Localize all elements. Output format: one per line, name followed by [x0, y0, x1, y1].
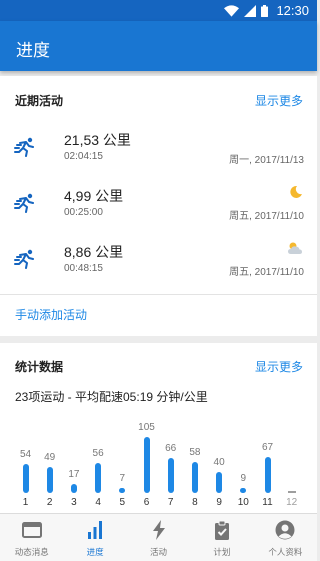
statistics-show-more-link[interactable]: 显示更多: [255, 358, 303, 375]
chart-tick-label: 7: [167, 497, 174, 508]
monthly-activity-chart: 54 1 49 2 17 3 56 4 7 5 105 6 66 7 58 8 40 9 9 10 67 11 12: [0, 413, 317, 513]
chart-bar-group: 49 2: [40, 413, 60, 513]
chart-bar-group: 58 8: [185, 413, 205, 513]
nav-label: 个人资料: [268, 547, 303, 557]
statistics-summary: 23项运动 - 平均配速05:19 分钟/公里: [15, 390, 208, 404]
bar-chart-icon: [88, 521, 103, 539]
signal-icon: [244, 4, 257, 17]
recent-show-more-link[interactable]: 显示更多: [255, 92, 303, 109]
moon-icon: [290, 185, 302, 198]
chart-bar: [119, 488, 126, 493]
statistics-title: 统计数据: [15, 360, 64, 374]
chart-bar: [287, 491, 296, 493]
running-icon: [14, 249, 34, 269]
chart-tick-label: 1: [22, 497, 29, 508]
nav-item-feed[interactable]: 动态消息: [0, 514, 63, 561]
chart-bar: [167, 457, 174, 493]
nav-label: 活动: [150, 547, 168, 557]
chart-bar-group: 105 6: [137, 413, 157, 513]
activity-distance: 8,86 公里: [64, 244, 124, 260]
activity-duration: 00:25:00: [64, 207, 103, 218]
bottom-navigation: 动态消息 进度 活动 计划 个人资料: [0, 513, 317, 561]
chart-value-label: 49: [44, 451, 56, 463]
chart-bar: [216, 471, 223, 493]
status-bar: 12:30: [0, 0, 317, 21]
chart-value-label: 58: [189, 447, 201, 459]
chart-bar-group: 67 11: [258, 413, 278, 513]
chart-tick-label: 8: [192, 497, 198, 508]
chart-bar-group: 40 9: [209, 413, 229, 513]
activity-duration: 00:48:15: [64, 263, 103, 274]
activity-distance: 4,99 公里: [64, 188, 124, 204]
statistics-card: 统计数据 显示更多 23项运动 - 平均配速05:19 分钟/公里 54 1 49 2…: [0, 343, 317, 513]
chart-tick-label: 10: [237, 497, 249, 508]
chart-value-label: 66: [165, 442, 177, 454]
activity-date: 周一, 2017/11/13: [229, 155, 304, 166]
chart-bar-group: 66 7: [161, 413, 181, 513]
chart-bar: [191, 462, 198, 493]
nav-item-activity[interactable]: 活动: [127, 514, 190, 561]
chart-value-label: 54: [19, 449, 32, 461]
chart-bar: [95, 463, 102, 493]
chart-bar: [143, 437, 150, 493]
battery-icon: [261, 4, 269, 17]
chart-bar: [46, 466, 53, 493]
status-time: 12:30: [276, 3, 309, 18]
activity-row[interactable]: 4,99 公里 00:25:00 周五, 2017/11/10: [0, 180, 317, 232]
wifi-icon: [224, 4, 240, 17]
chart-tick-label: 4: [95, 497, 101, 508]
activity-row[interactable]: 21,53 公里 02:04:15 周一, 2017/11/13: [0, 124, 317, 176]
chart-bar-group: 9 10: [233, 413, 253, 513]
feed-icon: [21, 522, 42, 538]
recent-activities-card: 近期活动 显示更多 21,53 公里 02:04:15 周一, 2017/11/…: [0, 76, 317, 336]
chart-value-label: 17: [68, 468, 80, 480]
activity-date: 周五, 2017/11/10: [229, 267, 304, 278]
chart-tick-label: 6: [143, 497, 150, 508]
profile-icon: [275, 520, 295, 540]
chart-tick-label: 2: [46, 497, 53, 508]
chart-bar: [264, 457, 271, 493]
chart-value-label: 9: [240, 473, 247, 484]
status-icons: 12:30: [224, 3, 309, 18]
nav-label: 进度: [86, 547, 104, 557]
page-title: 进度: [16, 41, 50, 60]
chart-bar: [70, 483, 77, 493]
chart-value-label: 67: [261, 442, 274, 454]
activity-distance: 21,53 公里: [64, 132, 131, 148]
chart-tick-label: 9: [216, 497, 222, 508]
chart-value-label: 56: [92, 448, 104, 460]
clipboard-icon: [214, 520, 229, 540]
chart-bar-group: 12: [282, 413, 302, 513]
activity-row[interactable]: 8,86 公里 00:48:15 周五, 2017/11/10: [0, 236, 317, 288]
chart-tick-label: 12: [286, 497, 298, 508]
running-icon: [14, 137, 34, 157]
chart-value-label: 7: [119, 473, 126, 484]
running-icon: [14, 193, 34, 213]
activity-date: 周五, 2017/11/10: [229, 211, 304, 222]
divider: [0, 294, 317, 295]
recent-activities-title: 近期活动: [15, 94, 64, 108]
activity-duration: 02:04:15: [64, 151, 103, 162]
app-bar: 进度: [0, 21, 317, 71]
nav-item-progress[interactable]: 进度: [63, 514, 126, 561]
chart-bar-group: 54 1: [16, 413, 36, 513]
chart-bar: [22, 464, 29, 493]
nav-item-plan[interactable]: 计划: [190, 514, 253, 561]
chart-value-label: 40: [213, 456, 225, 468]
cloud-icon: [288, 242, 302, 254]
nav-label: 动态消息: [14, 547, 49, 557]
chart-tick-label: 3: [71, 497, 77, 508]
manual-add-activity-link[interactable]: 手动添加活动: [15, 306, 87, 323]
chart-bar: [240, 488, 247, 493]
nav-item-profile[interactable]: 个人资料: [254, 514, 317, 561]
lightning-icon: [152, 520, 165, 540]
chart-bar-group: 17 3: [64, 413, 84, 513]
chart-bar-group: 56 4: [88, 413, 108, 513]
nav-label: 计划: [213, 547, 231, 557]
chart-tick-label: 5: [119, 497, 126, 508]
chart-bar-group: 75: [112, 413, 132, 513]
chart-tick-label: 11: [262, 497, 273, 508]
chart-value-label: 105: [138, 422, 155, 433]
